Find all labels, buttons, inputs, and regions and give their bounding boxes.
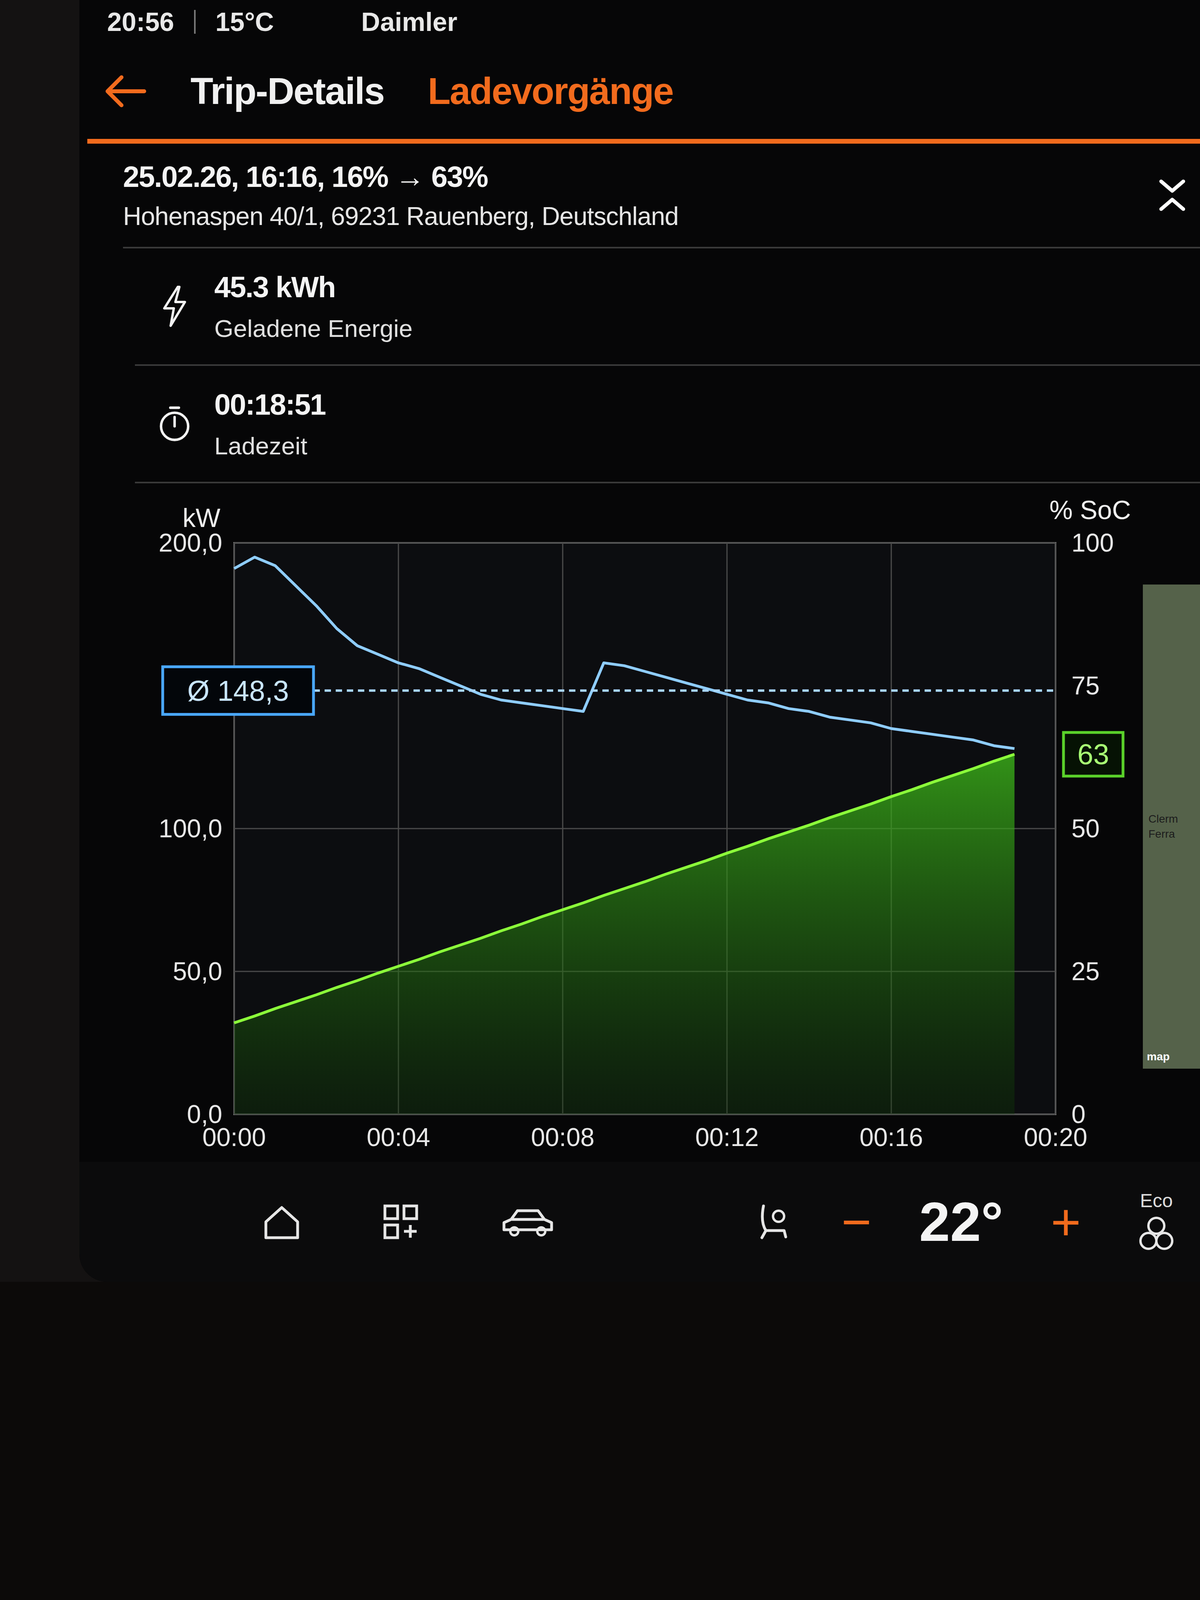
fan-icon	[1136, 1214, 1177, 1255]
temperature-down-button[interactable]: −	[841, 1196, 872, 1248]
outside-temperature: 15°C	[215, 6, 274, 37]
left-tick: 50,0	[172, 957, 223, 986]
session-header: 25.02.26, 16:16, 16% → 63% Hohenaspen 40/…	[123, 143, 1200, 249]
left-axis-title: kW	[182, 503, 221, 533]
left-tick: 200,0	[158, 528, 223, 558]
back-arrow-icon[interactable]	[103, 73, 147, 110]
right-tick: 25	[1071, 957, 1100, 986]
tab[interactable]: Trip-Details	[190, 69, 385, 113]
stat-value: 00:18:51	[214, 387, 326, 422]
stat-label: Geladene Energie	[214, 314, 413, 343]
fan-button[interactable]: Eco	[1136, 1189, 1177, 1255]
clock: 20:56	[107, 6, 175, 37]
map-label: Clerm	[1148, 812, 1179, 826]
car-icon[interactable]	[500, 1201, 556, 1242]
stat-value: 45.3 kWh	[214, 270, 413, 304]
soc-end-label: 63	[1077, 738, 1110, 771]
photo: 20:56 15°C Daimler Trip-Details Ladevorgänge…	[0, 0, 1200, 1600]
map-preview[interactable]: ClermFerra map	[1142, 584, 1200, 1069]
chart-area: Ø 148,363kW% SoC200,0100,050,00,01007550…	[103, 491, 1200, 1162]
x-tick: 00:00	[202, 1123, 266, 1152]
average-label: Ø 148,3	[187, 675, 289, 707]
temperature-up-button[interactable]: +	[1050, 1196, 1081, 1248]
fan-mode: Eco	[1140, 1189, 1174, 1212]
x-tick: 00:04	[366, 1123, 431, 1152]
profile: Daimler	[361, 6, 458, 37]
grid-line	[234, 542, 1056, 544]
right-axis-title: % SoC	[1049, 495, 1131, 525]
right-tick: 100	[1071, 528, 1114, 558]
display: 20:56 15°C Daimler Trip-Details Ladevorgänge…	[79, 0, 1200, 1282]
grid-line	[1055, 542, 1057, 1115]
soc-area	[234, 754, 1015, 1115]
display-bezel: 20:56 15°C Daimler Trip-Details Ladevorgänge…	[0, 0, 1200, 1282]
header: Trip-Details Ladevorgänge	[79, 43, 1200, 139]
apps-icon[interactable]	[380, 1201, 421, 1242]
x-tick: 00:08	[530, 1123, 595, 1152]
session-address: Hohenaspen 40/1, 69231 Rauenberg, Deutsc…	[123, 201, 1157, 231]
charging-chart: Ø 148,363kW% SoC200,0100,050,00,01007550…	[103, 491, 1135, 1162]
collapse-icon[interactable]	[1156, 177, 1189, 214]
plot-frame	[234, 542, 1056, 1115]
x-tick: 00:12	[695, 1123, 759, 1152]
seat-icon[interactable]	[753, 1201, 794, 1242]
right-tick: 75	[1071, 671, 1100, 700]
stat-row: 45.3 kWh Geladene Energie	[134, 248, 1200, 366]
average-badge	[162, 666, 314, 715]
stat-label: Ladezeit	[214, 431, 326, 460]
tab-underline	[87, 138, 1200, 144]
average-line	[313, 689, 1056, 692]
bottom-bar: −22° + Eco	[79, 1161, 1200, 1282]
session-title: 25.02.26, 16:16, 16% → 63%	[123, 159, 1157, 194]
stat-row: 00:18:51 Ladezeit	[134, 365, 1200, 484]
lightning-icon	[156, 284, 193, 329]
map-label: Ferra	[1148, 827, 1175, 841]
right-tick: 50	[1071, 814, 1100, 843]
left-tick: 100,0	[158, 814, 223, 843]
soc-end-badge	[1063, 732, 1124, 777]
x-tick: 00:20	[1023, 1123, 1088, 1152]
car-interior	[0, 1281, 1200, 1600]
x-tick: 00:16	[859, 1123, 924, 1152]
map-logo: map	[1146, 1050, 1170, 1064]
status-bar: 20:56 15°C Daimler	[79, 0, 1200, 44]
separator	[194, 9, 196, 34]
power-line	[234, 557, 1015, 749]
soc-line	[234, 754, 1015, 1024]
tab[interactable]: Ladevorgänge	[427, 69, 674, 113]
home-icon[interactable]	[261, 1201, 302, 1242]
temperature-setting: 22°	[919, 1189, 1004, 1254]
stopwatch-icon	[156, 401, 193, 446]
